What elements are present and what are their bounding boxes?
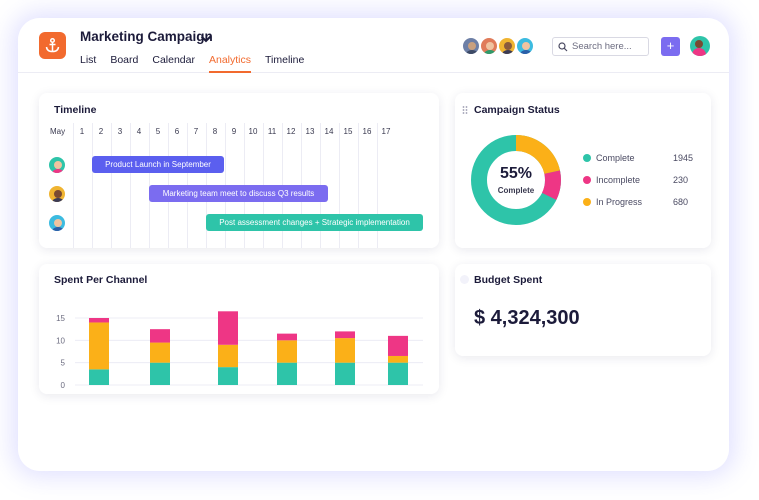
bar-segment[interactable] [89,318,109,323]
timeline-day-label: 2 [98,127,104,136]
legend-value: 230 [673,175,689,185]
avatar[interactable] [515,36,535,56]
search-input[interactable]: Search here... [552,37,649,56]
timeline-day-label: 7 [193,127,199,136]
view-tabs: List Board Calendar Analytics Timeline [80,54,318,73]
timeline-day-label: 12 [286,127,296,136]
donut-center-label: Complete [497,186,535,195]
tab-list[interactable]: List [80,54,96,73]
legend-value: 680 [673,197,689,207]
timeline-day-label: 8 [212,127,218,136]
legend-label: In Progress [596,197,643,207]
timeline-day-label: 10 [248,127,258,136]
spent-per-channel-card: Spent Per Channel 151050FacebookInstagra… [39,264,439,394]
timeline-month: May [50,127,66,136]
timeline-day-label: 11 [267,127,277,136]
bar-segment[interactable] [335,362,355,385]
page-title: Marketing Campaign [80,29,213,44]
chevron-down-icon[interactable] [200,31,212,49]
bar-segment[interactable] [150,329,170,343]
bar-segment[interactable] [150,342,170,363]
timeline-day-label: 15 [343,127,353,136]
drag-handle-icon[interactable] [462,106,468,114]
tab-timeline[interactable]: Timeline [265,54,304,73]
timeline-card: Timeline May 1 2 3 4 5 6 7 8 9 10 11 12 13 14 15 16 17 P… [39,93,439,248]
assignee-avatar[interactable] [47,155,67,175]
bar-segment[interactable] [218,311,238,345]
bar-segment[interactable] [89,322,109,370]
avatar[interactable] [479,36,499,56]
legend-item-incomplete: Incomplete [583,175,640,185]
tab-analytics[interactable]: Analytics [209,54,252,73]
timeline-day-label: 4 [136,127,142,136]
user-avatar[interactable] [690,36,710,56]
budget-value: $ 4,324,300 [474,307,580,329]
bar-segment[interactable] [89,369,109,385]
avatar[interactable] [461,36,481,56]
timeline-day-label: 14 [324,127,334,136]
y-tick-label: 10 [56,336,65,345]
timeline-task-bar[interactable]: Product Launch in September [92,156,224,173]
bar-segment[interactable] [335,331,355,339]
assignee-avatar[interactable] [47,213,67,233]
legend-dot [583,176,591,184]
avatar[interactable] [497,36,517,56]
legend-label: Incomplete [596,175,641,185]
legend-dot [583,154,591,162]
member-avatars[interactable] [461,36,535,56]
timeline-gridline [73,123,74,248]
timeline-day-label: 3 [117,127,123,136]
legend-value: 1945 [673,153,694,163]
app-window: Marketing Campaign List Board Calendar A… [18,18,729,471]
timeline-day-label: 13 [305,127,315,136]
donut-center-value: 55% [499,165,533,182]
timeline-title: Timeline [54,104,97,116]
legend-item-in-progress: In Progress [583,197,642,207]
campaign-status-card: Campaign Status 55% Complete Complete 19… [455,93,711,248]
add-button[interactable]: + [661,37,680,56]
bar-segment[interactable] [218,367,238,385]
bar-segment[interactable] [277,362,297,385]
tab-board[interactable]: Board [110,54,138,73]
y-tick-label: 15 [56,314,65,323]
bar-segment[interactable] [277,333,297,341]
bar-segment[interactable] [388,355,408,363]
legend-item-complete: Complete [583,153,635,163]
anchor-logo-icon [39,32,66,59]
tab-calendar[interactable]: Calendar [152,54,195,73]
timeline-day-label: 16 [362,127,372,136]
search-icon [558,41,568,51]
bar-segment[interactable] [388,362,408,385]
timeline-task-bar[interactable]: Marketing team meet to discuss Q3 result… [149,185,328,202]
y-tick-label: 0 [61,381,66,390]
timeline-task-bar[interactable]: Post assessment changes + Strategic impl… [206,214,423,231]
campaign-status-title: Campaign Status [474,104,560,116]
budget-dot-icon [460,275,469,284]
legend-label: Complete [596,153,635,163]
timeline-gridline [111,123,112,248]
bar-segment[interactable] [335,338,355,363]
timeline-day-label: 1 [79,127,85,136]
timeline-day-label: 6 [174,127,180,136]
bar-segment[interactable] [150,362,170,385]
timeline-gridline [92,123,93,248]
bar-segment[interactable] [388,335,408,356]
budget-spent-card: Budget Spent $ 4,324,300 [455,264,711,356]
top-bar: Marketing Campaign List Board Calendar A… [18,18,729,73]
timeline-gridline [130,123,131,248]
bar-segment[interactable] [277,340,297,363]
timeline-day-label: 17 [381,127,391,136]
y-tick-label: 5 [61,359,66,368]
timeline-day-label: 5 [155,127,161,136]
assignee-avatar[interactable] [47,184,67,204]
bar-segment[interactable] [218,344,238,368]
legend-dot [583,198,591,206]
search-placeholder: Search here... [572,41,632,52]
budget-spent-title: Budget Spent [474,274,543,286]
timeline-day-label: 9 [231,127,237,136]
spend-bar-chart: 151050FacebookInstagramTwitterLinkedInTi… [56,311,423,390]
